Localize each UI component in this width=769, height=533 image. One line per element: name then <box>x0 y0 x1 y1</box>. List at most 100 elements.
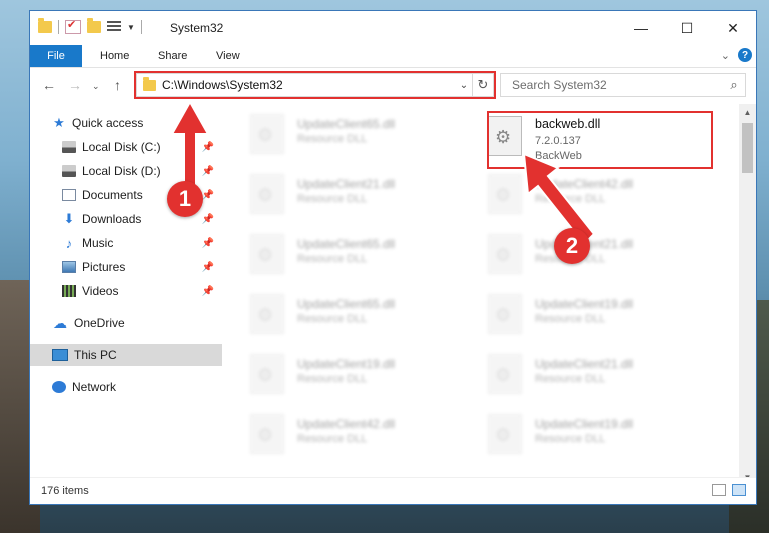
file-explorer-window: ▼ System32 — ☐ ✕ File Home Share View ⌄ … <box>29 10 757 505</box>
ribbon-right-controls: ⌄ ? <box>721 48 752 62</box>
dll-file-icon <box>488 414 522 454</box>
sidebar-item-music[interactable]: ♪ Music 📌 <box>30 232 222 254</box>
dll-file-icon <box>488 174 522 214</box>
back-arrow-icon[interactable]: ← <box>42 77 56 93</box>
dll-file-icon <box>488 354 522 394</box>
music-note-icon: ♪ <box>65 235 73 251</box>
file-name: UpdateClient21.dll <box>535 357 634 371</box>
file-name: UpdateClient42.dll <box>297 417 396 431</box>
step-1-badge: 1 <box>167 181 203 217</box>
tab-file[interactable]: File <box>30 45 82 67</box>
file-name: UpdateClient65.dll <box>297 117 396 131</box>
status-bar: 176 items <box>30 477 756 504</box>
computer-icon <box>52 349 68 361</box>
minimize-button[interactable]: — <box>618 11 664 45</box>
separator <box>58 20 59 34</box>
network-icon <box>52 381 66 393</box>
file-description: Resource DLL <box>535 433 606 445</box>
dll-file-icon <box>250 294 284 334</box>
sidebar-item-videos[interactable]: Videos 📌 <box>30 280 222 302</box>
file-description: Resource DLL <box>297 253 368 265</box>
pin-icon[interactable]: 📌 <box>202 214 214 225</box>
sidebar-item-network[interactable]: Network <box>30 376 222 398</box>
vertical-scrollbar[interactable]: ▲ ▼ <box>739 104 756 486</box>
file-name: UpdateClient21.dll <box>297 177 396 191</box>
cloud-icon: ☁ <box>53 314 67 331</box>
search-box[interactable]: ⌕ <box>500 73 746 97</box>
sidebar-item-label: Quick access <box>72 116 144 130</box>
file-item[interactable]: UpdateClient21.dll Resource DLL <box>468 346 698 398</box>
address-highlight-box <box>134 71 496 99</box>
file-item[interactable]: UpdateClient65.dll Resource DLL <box>230 106 460 158</box>
file-description: Resource DLL <box>297 433 368 445</box>
file-description: Resource DLL <box>297 373 368 385</box>
pictures-icon <box>62 261 76 273</box>
tab-home[interactable]: Home <box>100 45 129 67</box>
properties-check-icon[interactable] <box>65 18 81 34</box>
details-view-icon[interactable] <box>712 484 726 496</box>
up-arrow-icon[interactable]: ↑ <box>114 77 121 93</box>
file-item[interactable]: UpdateClient42.dll Resource DLL <box>230 406 460 458</box>
scroll-up-icon[interactable]: ▲ <box>739 104 756 121</box>
sidebar-item-this-pc[interactable]: This PC <box>30 344 222 366</box>
search-icon[interactable]: ⌕ <box>723 77 745 93</box>
sidebar-item-label: This PC <box>74 348 117 362</box>
large-icons-view-icon[interactable] <box>732 484 746 496</box>
dll-file-icon <box>250 354 284 394</box>
document-icon <box>62 189 76 201</box>
file-name: UpdateClient19.dll <box>535 297 634 311</box>
maximize-button[interactable]: ☐ <box>664 11 710 45</box>
file-description: Resource DLL <box>297 133 368 145</box>
pin-icon[interactable]: 📌 <box>202 238 214 249</box>
expand-ribbon-chevron-icon[interactable]: ⌄ <box>721 49 730 62</box>
customize-toolbar-chevron-icon[interactable]: ▼ <box>127 23 135 32</box>
sidebar-item-onedrive[interactable]: ☁ OneDrive <box>30 312 222 334</box>
sidebar-item-label: Local Disk (D:) <box>82 164 161 178</box>
file-item[interactable]: UpdateClient65.dll Resource DLL <box>230 226 460 278</box>
film-strip-icon <box>62 285 76 297</box>
help-icon[interactable]: ? <box>738 48 752 62</box>
file-item[interactable]: UpdateClient19.dll Resource DLL <box>468 406 698 458</box>
file-name: UpdateClient19.dll <box>297 357 396 371</box>
forward-arrow-icon[interactable]: → <box>68 77 82 93</box>
dll-file-icon <box>250 234 284 274</box>
recent-locations-chevron-icon[interactable]: ⌄ <box>92 81 100 92</box>
item-count: 176 items <box>41 485 89 497</box>
window-title: System32 <box>170 21 224 35</box>
sidebar-item-label: Documents <box>82 188 143 202</box>
dll-file-icon <box>488 234 522 274</box>
title-bar: ▼ System32 — ☐ ✕ <box>30 11 756 45</box>
quick-access-toolbar: ▼ <box>38 18 142 34</box>
sidebar-item-label: Network <box>72 380 117 394</box>
properties-icon[interactable] <box>107 21 121 33</box>
pin-icon[interactable]: 📌 <box>202 262 214 273</box>
step-2-badge: 2 <box>554 228 590 264</box>
scrollbar-thumb[interactable] <box>742 123 753 173</box>
dll-file-icon <box>250 414 284 454</box>
file-name: UpdateClient65.dll <box>297 237 396 251</box>
sidebar-item-label: Pictures <box>82 260 126 274</box>
file-description: Resource DLL <box>535 313 606 325</box>
drive-icon <box>62 165 76 177</box>
file-item[interactable]: UpdateClient65.dll Resource DLL <box>230 286 460 338</box>
tab-view[interactable]: View <box>216 45 240 67</box>
file-item[interactable]: UpdateClient19.dll Resource DLL <box>468 286 698 338</box>
sidebar-item-label: Music <box>82 236 114 250</box>
close-button[interactable]: ✕ <box>710 11 756 45</box>
drive-icon <box>62 141 76 153</box>
new-folder-icon[interactable] <box>87 18 101 33</box>
sidebar-item-pictures[interactable]: Pictures 📌 <box>30 256 222 278</box>
separator <box>140 20 142 34</box>
pin-icon[interactable]: 📌 <box>202 286 214 297</box>
view-toggle <box>712 484 746 496</box>
file-item[interactable]: UpdateClient21.dll Resource DLL <box>230 166 460 218</box>
dll-file-icon <box>250 114 284 154</box>
tab-share[interactable]: Share <box>158 45 187 67</box>
search-input[interactable] <box>510 77 723 93</box>
sidebar-item-label: Downloads <box>82 212 142 226</box>
file-item[interactable]: UpdateClient19.dll Resource DLL <box>230 346 460 398</box>
file-description: Resource DLL <box>535 373 606 385</box>
file-name: UpdateClient19.dll <box>535 417 634 431</box>
address-row: ← → ⌄ ↑ C:\Windows\System32 ⌄ ↻ ⌕ <box>30 68 756 104</box>
folder-icon <box>38 18 52 33</box>
